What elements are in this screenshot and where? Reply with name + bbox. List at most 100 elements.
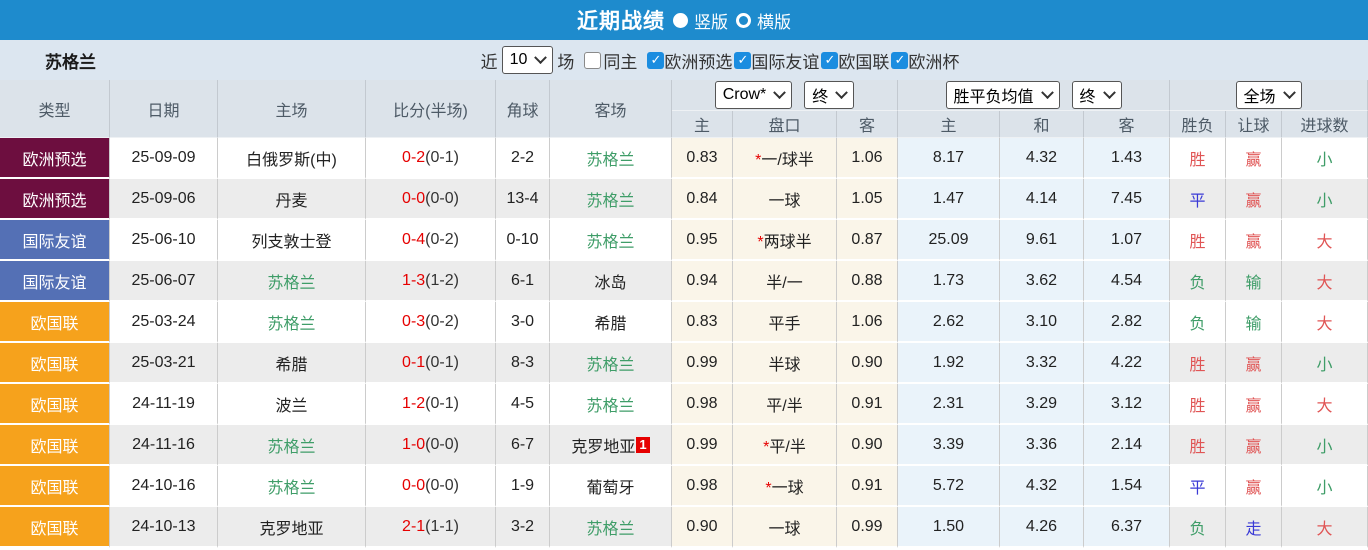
odds-group-header: Crow* 终 [672,80,898,111]
home-team-cell: 苏格兰 [218,466,366,507]
competition-checkbox[interactable]: ✓ [821,51,839,69]
team-name: 苏格兰 [45,52,96,72]
mean-home-cell: 3.39 [898,425,1000,466]
away-team-cell: 苏格兰 [550,179,672,220]
same-home-label[interactable]: 同主 [603,48,637,73]
handicap-result-cell: 赢 [1226,343,1283,384]
score-cell: 1-3(1-2) [366,261,496,302]
handicap-result-cell: 输 [1226,261,1283,302]
col-header-odds-away: 客 [837,111,898,138]
odds-home-cell: 0.94 [672,261,733,302]
top-bar: 近期战绩 竖版 横版 [0,0,1368,40]
odds-away-cell: 1.06 [837,302,898,343]
away-team-cell: 苏格兰 [550,507,672,548]
mean-home-cell: 25.09 [898,220,1000,261]
radio-horizontal-label[interactable]: 横版 [757,8,791,33]
competition-label[interactable]: 欧洲预选 [664,48,732,73]
away-team-cell: 苏格兰 [550,220,672,261]
mean-group-header: 胜平负均值 终 [898,80,1171,111]
date-cell: 24-10-16 [110,466,218,507]
radio-horizontal-layout-icon[interactable] [736,12,751,28]
odds-home-cell: 0.99 [672,343,733,384]
odds-home-cell: 0.98 [672,384,733,425]
corner-cell: 4-5 [496,384,550,425]
col-header-away: 客场 [550,80,672,138]
corner-cell: 3-2 [496,507,550,548]
odds-source-select[interactable]: Crow* [714,81,793,109]
date-cell: 25-09-06 [110,179,218,220]
col-header-handicap: 盘口 [733,111,837,138]
mean-home-cell: 1.92 [898,343,1000,384]
handicap-result-cell: 赢 [1226,425,1283,466]
radio-vertical-label[interactable]: 竖版 [694,8,728,33]
competition-checkbox[interactable]: ✓ [891,51,909,69]
odds-away-cell: 1.06 [837,138,898,179]
score-cell: 2-1(1-1) [366,507,496,548]
home-team-cell: 丹麦 [218,179,366,220]
competition-checkbox[interactable]: ✓ [647,51,665,69]
half-time-score: (1-1) [425,517,459,535]
col-header-mean-draw: 和 [1000,111,1084,138]
col-header-mean-away: 客 [1084,111,1171,138]
scope-select[interactable]: 全场 [1235,81,1302,109]
away-team-cell: 苏格兰 [550,343,672,384]
mean-time-select[interactable]: 终 [1071,81,1122,109]
filter-controls: 近 10 场 同主 ✓ 欧洲预选 ✓ 国际友谊 ✓ 欧国联 ✓ 欧洲杯 [481,46,959,74]
full-time-score: 0-2 [402,148,426,166]
goals-cell: 大 [1282,507,1368,548]
table-row: 国际友谊 25-06-10 列支敦士登 0-4(0-2) 0-10 苏格兰 0.95 *两球半… [0,220,1368,261]
result-cell: 胜 [1170,138,1227,179]
mean-draw-cell: 4.32 [1000,466,1084,507]
home-team-cell: 列支敦士登 [218,220,366,261]
mean-away-cell: 1.54 [1084,466,1171,507]
goals-cell: 大 [1282,261,1368,302]
type-cell: 欧洲预选 [0,179,110,220]
mean-draw-cell: 3.10 [1000,302,1084,343]
date-cell: 24-11-19 [110,384,218,425]
half-time-score: (0-2) [425,230,459,248]
mean-draw-cell: 3.62 [1000,261,1084,302]
competition-label[interactable]: 欧国联 [838,48,889,73]
home-team-cell: 苏格兰 [218,261,366,302]
handicap-cell: 一球 [733,507,837,548]
type-cell: 欧洲预选 [0,138,110,179]
competition-label[interactable]: 国际友谊 [751,48,819,73]
page-title: 近期战绩 [577,10,665,33]
odds-home-cell: 0.83 [672,138,733,179]
competition-filters: ✓ 欧洲预选 ✓ 国际友谊 ✓ 欧国联 ✓ 欧洲杯 [637,48,959,73]
odds-away-cell: 0.99 [837,507,898,548]
score-cell: 0-2(0-1) [366,138,496,179]
odds-home-cell: 0.99 [672,425,733,466]
handicap-cell: *两球半 [733,220,837,261]
same-home-checkbox[interactable] [584,51,602,69]
radio-vertical-layout-icon[interactable] [673,12,688,28]
odds-away-cell: 0.91 [837,466,898,507]
full-time-score: 1-2 [402,394,426,412]
goals-cell: 大 [1282,302,1368,343]
recent-count-select[interactable]: 10 [501,46,554,74]
games-label: 场 [557,52,575,72]
type-cell: 欧国联 [0,507,110,548]
recent-results-table: 类型 日期 主场 比分(半场) 角球 客场 Crow* 终 胜平负均值 终 全场… [0,80,1368,548]
early-odds-star: * [755,151,762,169]
odds-away-cell: 0.87 [837,220,898,261]
table-row: 欧国联 25-03-24 苏格兰 0-3(0-2) 3-0 希腊 0.83 平手 1.06 2.6… [0,302,1368,343]
table-row: 欧国联 24-10-16 苏格兰 0-0(0-0) 1-9 葡萄牙 0.98 *一球 0.91 5… [0,466,1368,507]
odds-home-cell: 0.95 [672,220,733,261]
date-cell: 24-10-13 [110,507,218,548]
handicap-cell: 一球 [733,179,837,220]
score-cell: 0-1(0-1) [366,343,496,384]
odds-home-cell: 0.83 [672,302,733,343]
score-cell: 0-3(0-2) [366,302,496,343]
mean-type-select[interactable]: 胜平负均值 [945,81,1060,109]
table-row: 欧洲预选 25-09-09 白俄罗斯(中) 0-2(0-1) 2-2 苏格兰 0.83 *一/… [0,138,1368,179]
odds-away-cell: 0.90 [837,425,898,466]
col-header-mean-home: 主 [898,111,1000,138]
odds-away-cell: 0.88 [837,261,898,302]
competition-label[interactable]: 欧洲杯 [908,48,959,73]
odds-time-select[interactable]: 终 [804,81,855,109]
handicap-cell: 平手 [733,302,837,343]
competition-checkbox[interactable]: ✓ [734,51,752,69]
half-time-score: (1-2) [425,271,459,289]
odds-away-cell: 0.91 [837,384,898,425]
